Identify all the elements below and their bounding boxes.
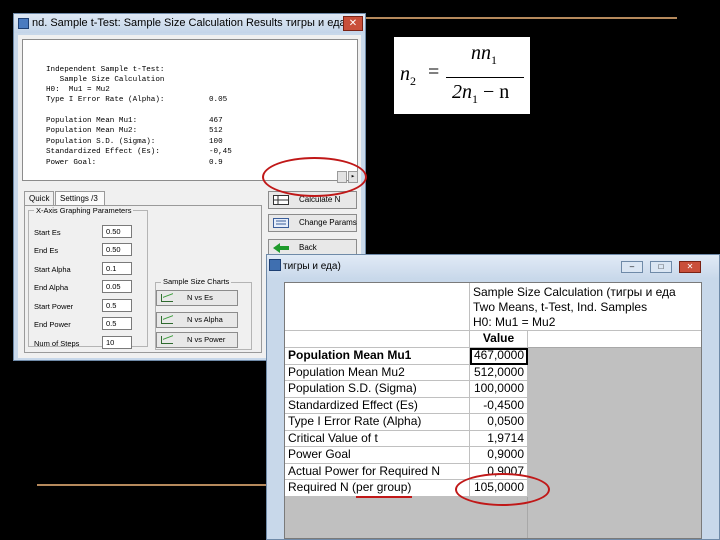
formula-lhs: n2 xyxy=(400,63,416,88)
button-label: N vs Alpha xyxy=(187,315,223,324)
spreadsheet-close-button[interactable]: ✕ xyxy=(679,261,701,273)
report-value: 100 xyxy=(209,138,223,146)
back-arrow-icon xyxy=(273,243,289,253)
top-rule xyxy=(365,17,677,19)
settings-panel: X-Axis Graphing Parameters Start Es 0.50… xyxy=(24,205,262,353)
formula-numerator: nn1 xyxy=(471,42,497,67)
start-power-input[interactable]: 0.5 xyxy=(102,299,132,312)
fraction-bar xyxy=(446,77,524,78)
row-label[interactable]: Critical Value of t xyxy=(285,431,470,447)
row-label[interactable]: Population Mean Mu2 xyxy=(285,365,470,381)
n-vs-power-button[interactable]: N vs Power xyxy=(156,332,238,348)
button-label: Change Params xyxy=(299,218,357,227)
report-line: Power Goal: xyxy=(46,159,97,167)
line-chart-icon xyxy=(161,336,173,344)
report-line: Population S.D. (Sigma): xyxy=(46,138,156,146)
report-value: -0,45 xyxy=(209,148,232,156)
report-value: 512 xyxy=(209,127,223,135)
row-value[interactable]: 467,0000 xyxy=(470,348,528,365)
param-label: End Power xyxy=(34,320,71,329)
label-header-cell xyxy=(285,331,470,348)
row-label[interactable]: Population S.D. (Sigma) xyxy=(285,381,470,398)
close-icon: ✕ xyxy=(348,18,358,29)
row-value[interactable]: 0,0500 xyxy=(470,414,528,431)
row-value[interactable]: 100,0000 xyxy=(470,381,528,398)
row-label[interactable]: Standardized Effect (Es) xyxy=(285,398,470,414)
required-n-highlight xyxy=(455,473,550,506)
sample-size-formula: n2 = nn1 2n1 − n xyxy=(394,37,530,114)
line-chart-icon xyxy=(161,294,173,302)
param-label: End Alpha xyxy=(34,283,69,292)
start-es-input[interactable]: 0.50 xyxy=(102,225,132,238)
table-icon xyxy=(273,195,289,205)
end-alpha-input[interactable]: 0.05 xyxy=(102,280,132,293)
value-column-header[interactable]: Value xyxy=(470,331,528,348)
formula-denominator: 2n1 − n xyxy=(452,81,510,106)
report-line: Standardized Effect (Es): xyxy=(46,148,160,156)
param-label: Start Es xyxy=(34,228,61,237)
spreadsheet-app-icon xyxy=(269,259,281,271)
formula-equals: = xyxy=(428,61,440,83)
tab-label: Quick xyxy=(29,194,50,203)
row-value[interactable]: 1,9714 xyxy=(470,431,528,447)
charts-group-title: Sample Size Charts xyxy=(161,277,232,286)
n-vs-alpha-button[interactable]: N vs Alpha xyxy=(156,312,238,328)
report-value: 467 xyxy=(209,117,223,125)
tab-settings[interactable]: Settings /3 xyxy=(55,191,105,205)
row-label[interactable]: Power Goal xyxy=(285,447,470,464)
tab-quick[interactable]: Quick xyxy=(24,191,54,205)
close-icon: ✕ xyxy=(686,262,694,271)
param-label: Start Power xyxy=(34,302,74,311)
results-window-title: nd. Sample t-Test: Sample Size Calculati… xyxy=(32,17,346,29)
header-line: Sample Size Calculation (тигры и еда xyxy=(473,285,676,299)
n-vs-es-button[interactable]: N vs Es xyxy=(156,290,238,306)
minimize-button[interactable]: – xyxy=(621,261,643,273)
button-label: N vs Power xyxy=(187,335,226,344)
change-params-button[interactable]: Change Params xyxy=(268,214,357,232)
header-line: H0: Mu1 = Mu2 xyxy=(473,315,556,329)
param-label: End Es xyxy=(34,246,59,255)
corner-cell xyxy=(285,283,470,331)
empty-grid-area xyxy=(528,348,701,538)
minimize-icon: – xyxy=(629,262,635,271)
row-label[interactable]: Actual Power for Required N xyxy=(285,464,470,480)
bottom-rule xyxy=(37,484,280,486)
start-alpha-input[interactable]: 0.1 xyxy=(102,262,132,275)
end-power-input[interactable]: 0.5 xyxy=(102,317,132,330)
spreadsheet-header: Sample Size Calculation (тигры и еда Two… xyxy=(470,283,701,331)
row-label[interactable]: Population Mean Mu1 xyxy=(285,348,470,365)
row-value[interactable]: 512,0000 xyxy=(470,365,528,381)
end-es-input[interactable]: 0.50 xyxy=(102,243,132,256)
report-line: Sample Size Calculation xyxy=(46,76,165,84)
report-line: Type I Error Rate (Alpha): xyxy=(46,96,165,104)
row-value[interactable]: -0,4500 xyxy=(470,398,528,414)
empty-header xyxy=(528,331,701,348)
calculate-n-highlight xyxy=(262,157,367,197)
per-group-underline xyxy=(356,496,412,498)
params-icon xyxy=(273,218,289,228)
app-icon xyxy=(18,18,29,29)
results-window-titlebar[interactable]: nd. Sample t-Test: Sample Size Calculati… xyxy=(14,14,365,33)
report-value: 0.9 xyxy=(209,159,223,167)
maximize-icon: □ xyxy=(658,262,664,271)
report-line: Population Mean Mu1: xyxy=(46,117,138,125)
param-label: Num of Steps xyxy=(34,339,80,348)
num-steps-input[interactable]: 10 xyxy=(102,336,132,349)
row-label[interactable]: Required N (per group) xyxy=(285,480,470,497)
xaxis-group-title: X-Axis Graphing Parameters xyxy=(34,206,134,215)
spreadsheet-title: тигры и еда) xyxy=(283,261,341,272)
param-label: Start Alpha xyxy=(34,265,71,274)
line-chart-icon xyxy=(161,316,173,324)
tab-label: Settings /3 xyxy=(60,194,98,203)
maximize-button[interactable]: □ xyxy=(650,261,672,273)
row-label[interactable]: Type I Error Rate (Alpha) xyxy=(285,414,470,431)
close-button[interactable]: ✕ xyxy=(343,16,363,31)
report-value: 0.05 xyxy=(209,96,228,104)
report-line: Independent Sample t-Test: xyxy=(46,66,165,74)
button-label: N vs Es xyxy=(187,293,213,302)
report-line: Population Mean Mu2: xyxy=(46,127,138,135)
header-line: Two Means, t-Test, Ind. Samples xyxy=(473,300,648,314)
report-line: H0: Mu1 = Mu2 xyxy=(46,86,110,94)
row-value[interactable]: 0,9000 xyxy=(470,447,528,464)
